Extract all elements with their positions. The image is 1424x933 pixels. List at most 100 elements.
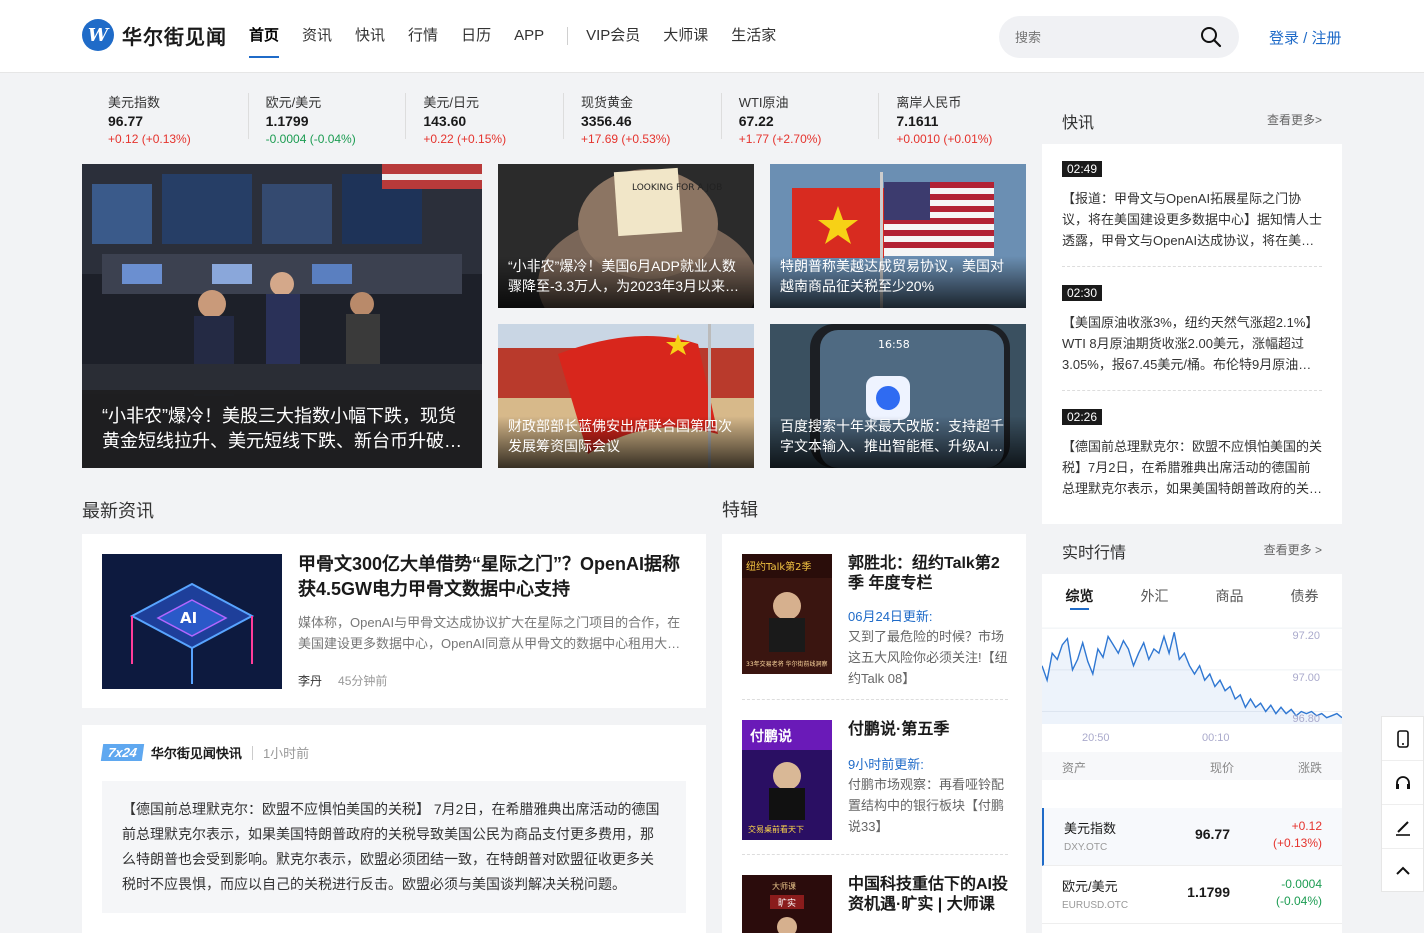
flash-source[interactable]: 华尔街见闻快讯: [151, 743, 242, 762]
chevron-up-icon: [1395, 866, 1410, 875]
special-item[interactable]: 付鹏说 交易桌前看天下 付鹏说·第五季 9小时前更新: 付鹏市场观察：再看哑铃配…: [742, 720, 1008, 840]
market-title: 实时行情: [1062, 545, 1127, 562]
asset-code: DXY.OTC: [1064, 842, 1108, 853]
search-input[interactable]: [1015, 27, 1185, 47]
nav-lifestyle[interactable]: 生活家: [731, 0, 776, 72]
asset-code: EURUSD.OTC: [1062, 900, 1129, 911]
special-item-title[interactable]: 付鹏说·第五季: [848, 720, 1008, 740]
hero-story-baidu[interactable]: 16:58 百度搜索十年来最大改版：支持超千字文本输入、推出智能框、升级AI…: [770, 324, 1026, 468]
ticker-name: 美元指数: [108, 95, 161, 110]
special-item-title[interactable]: 中国科技重估下的AI投资机遇·旷实 | 大师课: [848, 875, 1008, 915]
hero-main-caption: “小非农”爆冷！美股三大指数小幅下跌，现货黄金短线拉升、美元短线下跌、新台币升破…: [82, 390, 482, 468]
feedback-button[interactable]: [1382, 805, 1423, 849]
quote-ticker: 美元指数 96.77 +0.12 (+0.13%) 欧元/美元 1.1799 -…: [82, 83, 1028, 151]
nav-home[interactable]: 首页: [249, 0, 280, 72]
ticker-name: 欧元/美元: [265, 95, 322, 110]
divider: [251, 745, 253, 760]
col-change: 涨跌: [1297, 761, 1322, 775]
ticker-value: 1.1799: [265, 113, 309, 129]
special-item-title[interactable]: 郭胜北：纽约Talk第2季 年度专栏: [848, 554, 1008, 594]
y-axis-label: 97.00: [1292, 672, 1320, 684]
market-more-link[interactable]: 查看更多 >: [1264, 541, 1322, 558]
special-item-update: 9小时前更新:: [848, 757, 924, 772]
back-to-top-button[interactable]: [1382, 849, 1423, 893]
news-card[interactable]: AI 甲骨文300亿大单借势“星际之门”？OpenAI据称获4.5GW电力甲骨文…: [82, 534, 706, 708]
logo-mark-icon: W: [82, 19, 114, 51]
kuaixun-item[interactable]: 02:49 【报道：甲骨文与OpenAI拓展星际之门协议，将在美国建设更多数据中…: [1062, 160, 1322, 251]
top-header: W 华尔街见闻 首页 资讯 快讯 行情 日历 APP VIP会员 大师课 生活家…: [0, 0, 1424, 73]
floating-toolbar: [1381, 716, 1424, 892]
phone-clock: 16:58: [878, 338, 910, 351]
news-summary: 媒体称，OpenAI与甲骨文达成协议扩大在星际之门项目的合作，在美国建设更多数据…: [298, 615, 681, 651]
tab-commodities[interactable]: 商品: [1192, 586, 1267, 616]
flash-card[interactable]: 7x24 华尔街见闻快讯 1小时前 【德国前总理默克尔：欧盟不应惧怕美国的关税】…: [82, 725, 706, 933]
market-row[interactable]: 欧元/美元 EURUSD.OTC 1.1799 -0.0004 (-0.04%): [1042, 866, 1342, 924]
job-sign-text: LOOKING FOR A JOB: [632, 183, 722, 193]
nav-vip[interactable]: VIP会员: [586, 0, 640, 72]
site-logo[interactable]: W 华尔街见闻: [82, 19, 227, 51]
special-item[interactable]: 纽约Talk第2季 33年交易老将 华尔街前线洞察 郭胜北：纽约Talk第2季 …: [742, 554, 1008, 686]
tab-forex[interactable]: 外汇: [1117, 586, 1192, 616]
ticker-name: 现货黄金: [581, 95, 634, 110]
nav-masterclass[interactable]: 大师课: [663, 0, 708, 72]
cover-title: 大师课: [772, 881, 796, 891]
nav-flash[interactable]: 快讯: [355, 0, 385, 72]
thumbnail-ai-text: AI: [180, 609, 197, 627]
flash-time: 1小时前: [262, 746, 310, 761]
logo-text: 华尔街见闻: [122, 24, 227, 49]
kuaixun-item[interactable]: 02:26 【德国前总理默克尔：欧盟不应惧怕美国的关税】7月2日，在希腊雅典出席…: [1062, 408, 1322, 499]
flash-body[interactable]: 【德国前总理默克尔：欧盟不应惧怕美国的关税】 7月2日，在希腊雅典出席活动的德国…: [102, 781, 686, 913]
hero-story-finance-minister[interactable]: 财政部部长蓝佛安出席联合国第四次发展筹资国际会议: [498, 324, 754, 468]
news-title[interactable]: 甲骨文300亿大单借势“星际之门”？OpenAI据称获4.5GW电力甲骨文数据中…: [298, 552, 688, 602]
nav-divider: [567, 27, 569, 45]
market-row[interactable]: 美元指数 DXY.OTC 96.77 +0.12 (+0.13%): [1042, 808, 1342, 866]
nav-calendar[interactable]: 日历: [461, 0, 491, 72]
tab-overview[interactable]: 综览: [1042, 586, 1117, 616]
ticker-item[interactable]: WTI原油 67.22 +1.77 (+2.70%): [713, 83, 871, 151]
kuaixun-item[interactable]: 02:30 【美国原油收涨3%，纽约天然气涨超2.1%】WTI 8月原油期货收涨…: [1062, 284, 1322, 375]
kuaixun-header: 快讯 查看更多>: [1042, 94, 1342, 144]
cover-sub: 交易桌前看天下: [748, 824, 804, 834]
y-axis-label: 97.20: [1292, 630, 1320, 642]
kuaixun-text: 【德国前总理默克尔：欧盟不应惧怕美国的关税】7月2日，在希腊雅典出席活动的德国前…: [1062, 439, 1322, 496]
asset-change: +0.12 (+0.13%): [1272, 819, 1322, 850]
nav-news[interactable]: 资讯: [302, 0, 332, 72]
special-cover: 付鹏说 交易桌前看天下: [742, 720, 832, 840]
ticker-value: 3356.46: [581, 113, 632, 129]
kuaixun-time: 02:30: [1062, 285, 1103, 301]
ticker-item[interactable]: 美元指数 96.77 +0.12 (+0.13%): [82, 83, 240, 151]
market-header: 实时行情 查看更多 >: [1042, 524, 1342, 574]
phone-icon: [1396, 729, 1409, 748]
kuaixun-more-link[interactable]: 查看更多>: [1267, 111, 1322, 128]
divider: [742, 854, 1008, 855]
news-time: 45分钟前: [338, 674, 388, 688]
asset-name: 欧元/美元: [1062, 879, 1118, 894]
ticker-item[interactable]: 现货黄金 3356.46 +17.69 (+0.53%): [555, 83, 713, 151]
hero-story-vietnam[interactable]: 特朗普称美越达成贸易协议，美国对越南商品征关税至少20%: [770, 164, 1026, 308]
hero-story-adp[interactable]: LOOKING FOR A JOB “小非农”爆冷！美国6月ADP就业人数骤降至…: [498, 164, 754, 308]
mobile-app-button[interactable]: [1382, 717, 1423, 761]
nav-markets[interactable]: 行情: [408, 0, 438, 72]
special-title: 特辑: [722, 500, 758, 520]
latest-news-title: 最新资讯: [82, 501, 154, 521]
login-register-link[interactable]: 登录 / 注册: [1269, 27, 1342, 48]
hero-main-story[interactable]: “小非农”爆冷！美股三大指数小幅下跌，现货黄金短线拉升、美元短线下跌、新台币升破…: [82, 164, 482, 468]
customer-service-button[interactable]: [1382, 761, 1423, 805]
news-author[interactable]: 李丹: [298, 674, 322, 688]
special-item[interactable]: 大师课 旷实 中国科技重估下的AI投资机遇·旷实 | 大师课: [742, 875, 1008, 933]
kuaixun-panel: 快讯 查看更多> 02:49 【报道：甲骨文与OpenAI拓展星际之门协议，将在…: [1042, 94, 1342, 524]
ticker-item[interactable]: 欧元/美元 1.1799 -0.0004 (-0.04%): [240, 83, 398, 151]
ticker-item[interactable]: 美元/日元 143.60 +0.22 (+0.15%): [397, 83, 555, 151]
kuaixun-text: 【报道：甲骨文与OpenAI拓展星际之门协议，将在美国建设更多数据中心】据知情人…: [1062, 191, 1322, 248]
kuaixun-text: 【美国原油收涨3%，纽约天然气涨超2.1%】WTI 8月原油期货收涨2.00美元…: [1062, 315, 1319, 372]
ticker-item[interactable]: 离岸人民币 7.1611 +0.0010 (+0.01%): [870, 83, 1028, 151]
flash-header: 7x24 华尔街见闻快讯 1小时前: [100, 743, 310, 762]
hero-story-caption: 特朗普称美越达成贸易协议，美国对越南商品征关税至少20%: [770, 256, 1026, 308]
tab-bonds[interactable]: 债券: [1267, 586, 1342, 616]
cover-title: 纽约Talk第2季: [746, 560, 812, 573]
nav-app[interactable]: APP: [514, 0, 544, 72]
divider: [1062, 390, 1322, 391]
news-meta: 李丹 45分钟前: [298, 672, 387, 689]
search-icon[interactable]: [1199, 25, 1223, 49]
y-axis-label: 96.80: [1292, 713, 1320, 725]
